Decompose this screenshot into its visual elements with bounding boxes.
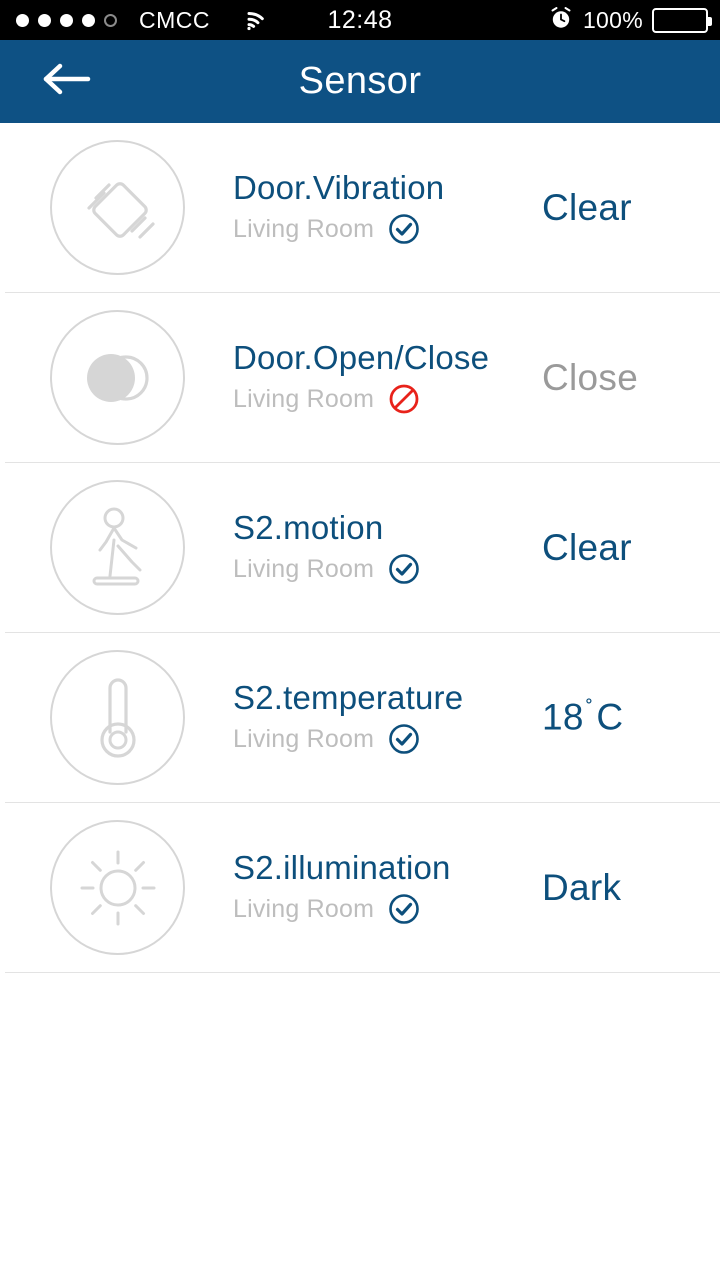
sensor-room: Living Room [233, 554, 375, 583]
table-row[interactable]: S2.motion Living Room Clear [5, 463, 720, 633]
sensor-name: Door.Vibration [233, 168, 445, 206]
sensor-name: Door.Open/Close [233, 338, 490, 376]
table-row[interactable]: Door.Open/Close Living Room Close [5, 293, 720, 463]
sensor-meta: Living Room [233, 722, 542, 756]
sensor-value: Clear [542, 186, 632, 228]
sensor-meta: Living Room [233, 552, 542, 586]
row-body: Door.Vibration Living Room [233, 169, 542, 247]
table-row[interactable]: S2.illumination Living Room Dark [5, 803, 720, 973]
check-circle-icon [387, 892, 421, 926]
check-circle-icon [387, 552, 421, 586]
degree-symbol: ˚ [585, 696, 594, 722]
sensor-name: S2.temperature [233, 678, 464, 716]
sensor-value: Dark [542, 866, 622, 908]
table-row[interactable]: Door.Vibration Living Room Clear [5, 123, 720, 293]
app-header: Sensor [0, 40, 720, 123]
sensor-name: S2.illumination [233, 848, 451, 886]
sensor-name: S2.motion [233, 508, 384, 546]
temperature-number: 18 [542, 696, 584, 738]
clock-label: 12:48 [327, 5, 393, 34]
sensor-value: Clear [542, 526, 632, 568]
status-bar: CMCC 12:48 100% [0, 0, 720, 40]
door-contact-icon [50, 310, 185, 445]
sensor-room: Living Room [233, 384, 375, 413]
status-bar-right: 100% [548, 0, 712, 40]
prohibited-icon [387, 382, 421, 416]
sensor-meta: Living Room [233, 892, 542, 926]
sensor-meta: Living Room [233, 382, 542, 416]
battery-percent-label: 100% [582, 6, 643, 33]
back-button[interactable] [38, 62, 94, 102]
sensor-value: 18˚C [542, 696, 720, 738]
battery-full-icon [652, 7, 712, 33]
row-body: S2.temperature Living Room [233, 679, 542, 757]
row-body: S2.motion Living Room [233, 509, 542, 587]
alarm-clock-icon [548, 5, 574, 36]
table-row[interactable]: S2.temperature Living Room 18˚C [5, 633, 720, 803]
back-arrow-icon [40, 61, 92, 102]
sensor-room: Living Room [233, 894, 375, 923]
vibration-icon [50, 140, 185, 275]
sensor-room: Living Room [233, 724, 375, 753]
sensor-meta: Living Room [233, 212, 542, 246]
brightness-sun-icon [50, 820, 185, 955]
page-title: Sensor [298, 60, 422, 102]
sensor-list: Door.Vibration Living Room Clear Door.Op [0, 123, 720, 973]
check-circle-icon [387, 722, 421, 756]
row-body: Door.Open/Close Living Room [233, 339, 542, 417]
thermometer-icon [50, 650, 185, 785]
row-body: S2.illumination Living Room [233, 849, 542, 927]
motion-walking-icon [50, 480, 185, 615]
check-circle-icon [387, 212, 421, 246]
temperature-unit: C [596, 696, 624, 738]
sensor-value: Close [542, 356, 639, 398]
sensor-room: Living Room [233, 214, 375, 243]
